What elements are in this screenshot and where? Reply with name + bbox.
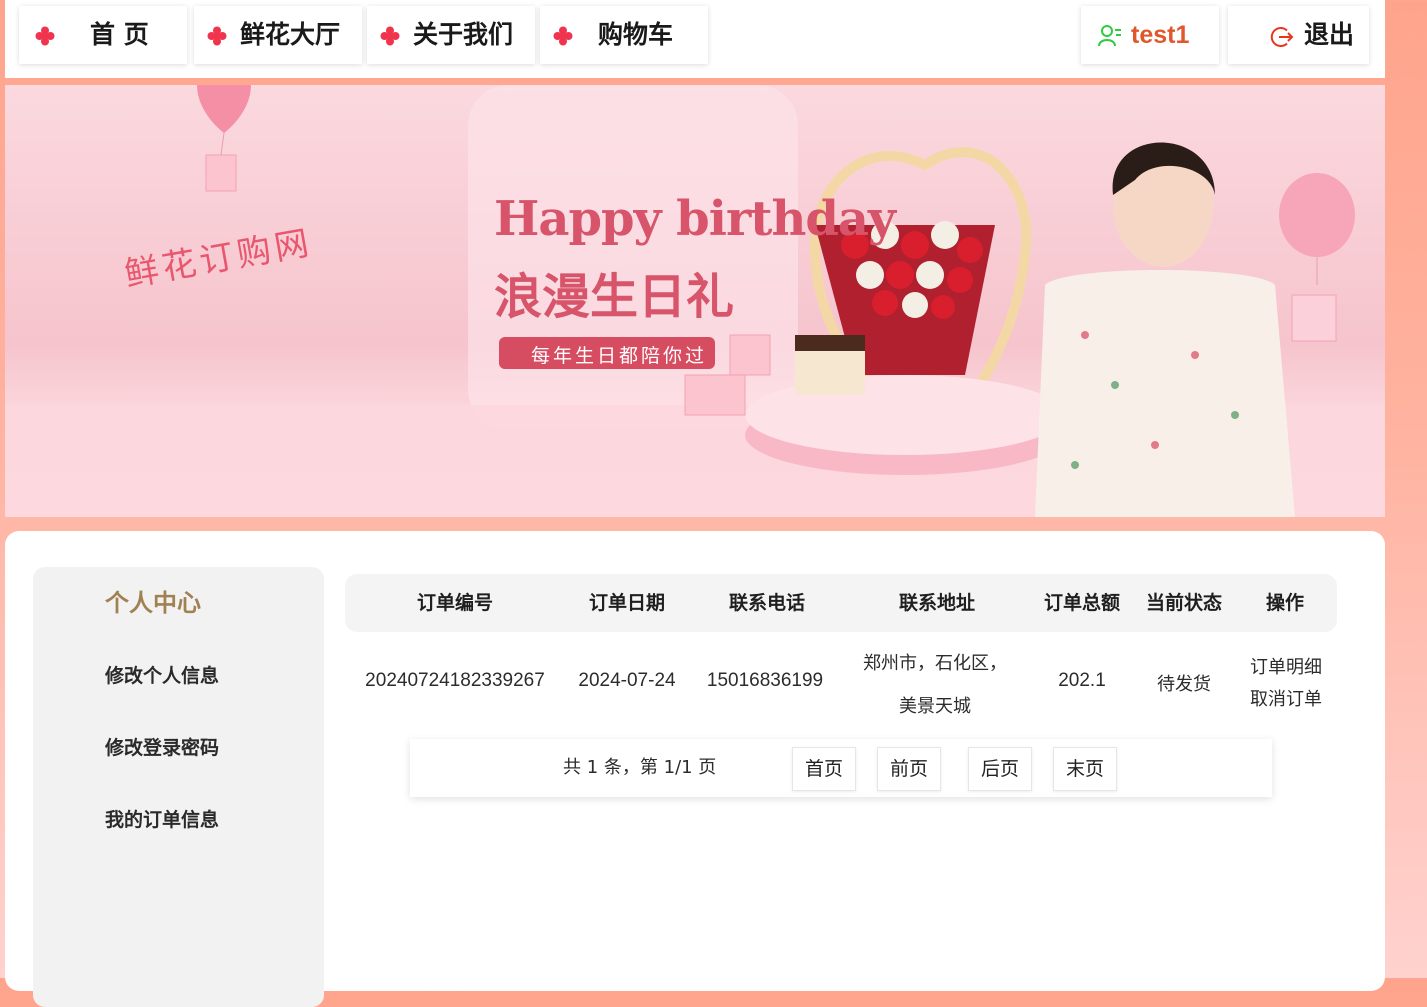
total-cell: 202.1 [1058,670,1106,691]
flower-icon [35,26,55,46]
gift-box-icon [1291,294,1337,342]
address-cell-line1: 郑州市，石化区， [863,653,1007,674]
balloon-icon [1279,173,1355,257]
user-icon [1098,25,1121,47]
nav-home[interactable]: 首 页 [19,6,187,64]
cancel-order-link[interactable]: 取消订单 [1250,685,1322,711]
column-header-order-id: 订单编号 [416,592,494,614]
logout-icon [1270,27,1294,47]
content-panel: 个人中心 修改个人信息 修改登录密码 我的订单信息 订单编号 订单日期 联系电话… [5,531,1385,1007]
order-date-cell: 2024-07-24 [578,670,676,691]
logout-label: 退出 [1304,20,1355,49]
nav-flower-hall[interactable]: 鲜花大厅 [194,6,362,64]
nav-cart-label: 购物车 [598,20,674,49]
sidebar-item-edit-profile[interactable]: 修改个人信息 [105,661,219,688]
gift-box-icon [684,374,746,416]
pagination-info: 共 1 条，第 1/1 页 [563,757,717,778]
user-profile-link[interactable]: test1 [1081,6,1219,64]
order-detail-link[interactable]: 订单明细 [1250,653,1322,679]
column-header-total: 订单总额 [1043,592,1121,614]
personal-center-sidebar: 个人中心 修改个人信息 修改登录密码 我的订单信息 [33,567,324,1007]
sidebar-item-my-orders[interactable]: 我的订单信息 [105,805,219,832]
flower-icon [553,26,573,46]
balloon-icon [197,85,251,133]
banner-tagline: 每年生日都陪你过 [531,345,708,367]
sidebar-item-change-password[interactable]: 修改登录密码 [105,733,219,760]
last-page-button[interactable]: 末页 [1053,747,1117,791]
banner-headline-cn: 浪漫生日礼 [494,269,735,325]
address-cell-line2: 美景天城 [899,696,971,717]
prev-page-button[interactable]: 前页 [877,747,941,791]
column-header-status: 当前状态 [1145,592,1223,614]
sidebar-title: 个人中心 [105,589,201,617]
column-header-address: 联系地址 [898,592,976,614]
next-page-button[interactable]: 后页 [968,747,1032,791]
first-page-button[interactable]: 首页 [792,747,856,791]
table-row: 20240724182339267 2024-07-24 15016836199… [345,639,1337,719]
top-navigation-bar: 首 页 鲜花大厅 关于我们 购物车 test1 退出 [5,0,1385,78]
nav-about-us[interactable]: 关于我们 [367,6,535,64]
gift-box-icon [205,154,237,192]
banner-headline-en: Happy birthday [494,191,896,247]
nav-home-label: 首 页 [90,20,149,49]
logout-button[interactable]: 退出 [1228,6,1369,64]
nav-cart[interactable]: 购物车 [540,6,708,64]
pagination-bar: 共 1 条，第 1/1 页 首页 前页 后页 末页 [410,739,1272,797]
orders-table-header: 订单编号 订单日期 联系电话 联系地址 订单总额 当前状态 操作 [345,574,1337,632]
nav-about-us-label: 关于我们 [413,20,514,49]
nav-flower-hall-label: 鲜花大厅 [240,20,341,49]
username-label: test1 [1131,21,1190,49]
column-header-order-date: 订单日期 [588,592,666,614]
column-header-phone: 联系电话 [728,592,806,614]
order-id-cell: 20240724182339267 [365,670,545,691]
phone-cell: 15016836199 [706,670,824,691]
column-header-action: 操作 [1265,592,1305,614]
promo-banner: 鲜花订购网 Happy birthday 浪漫生日礼 每年生日都陪你过 [5,85,1385,517]
flower-icon [380,26,400,46]
flower-icon [207,26,227,46]
status-cell: 待发货 [1157,674,1211,695]
